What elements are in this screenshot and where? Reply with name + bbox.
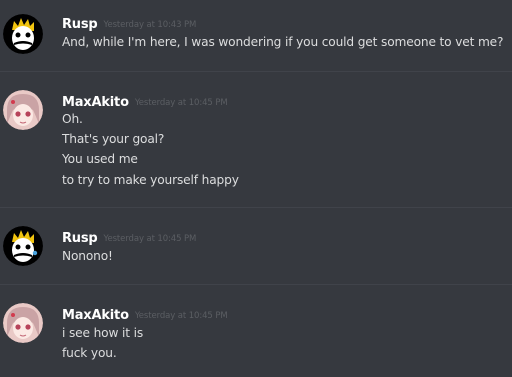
avatar[interactable] xyxy=(3,14,43,54)
message-text: Nonono! xyxy=(62,249,113,263)
chat-messages-area: Rusp Yesterday at 10:43 PM And, while I'm… xyxy=(0,0,512,377)
spiky-hair-character-avatar-icon xyxy=(3,14,43,54)
message-header: Rusp Yesterday at 10:45 PM xyxy=(62,227,197,246)
anime-girl-avatar-icon xyxy=(3,90,43,130)
message-text: Oh. xyxy=(62,112,83,126)
timestamp: Yesterday at 10:45 PM xyxy=(103,234,197,244)
username[interactable]: Rusp xyxy=(62,231,98,246)
avatar[interactable] xyxy=(3,303,43,343)
message-text: i see how it is xyxy=(62,326,144,340)
avatar[interactable] xyxy=(3,226,43,266)
message-divider xyxy=(0,284,512,285)
message-header: Rusp Yesterday at 10:43 PM xyxy=(62,13,197,32)
message-divider xyxy=(0,207,512,208)
message-divider xyxy=(0,71,512,72)
timestamp: Yesterday at 10:45 PM xyxy=(134,98,228,108)
username[interactable]: MaxAkito xyxy=(62,308,129,323)
timestamp: Yesterday at 10:45 PM xyxy=(134,311,228,321)
message-text: to try to make yourself happy xyxy=(62,173,239,187)
username[interactable]: MaxAkito xyxy=(62,95,129,110)
message-text: And, while I'm here, I was wondering if … xyxy=(62,35,504,49)
timestamp: Yesterday at 10:43 PM xyxy=(103,20,197,30)
spiky-hair-character-avatar-icon xyxy=(3,226,43,266)
message-text: That's your goal? xyxy=(62,132,165,146)
message-text: You used me xyxy=(62,152,138,166)
anime-girl-avatar-icon xyxy=(3,303,43,343)
message-header: MaxAkito Yesterday at 10:45 PM xyxy=(62,304,228,323)
message-text: fuck you. xyxy=(62,346,117,360)
avatar[interactable] xyxy=(3,90,43,130)
message-header: MaxAkito Yesterday at 10:45 PM xyxy=(62,91,228,110)
username[interactable]: Rusp xyxy=(62,17,98,32)
